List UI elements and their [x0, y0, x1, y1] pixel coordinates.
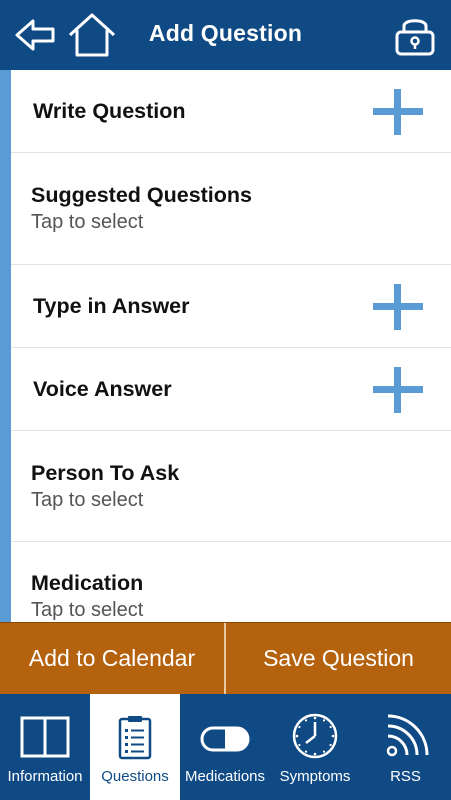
- row-medication[interactable]: Medication Tap to select: [11, 542, 451, 622]
- tab-bar: Information Questions Medications Sympto…: [0, 694, 451, 800]
- action-bar: Add to Calendar Save Question: [0, 622, 451, 694]
- row-subtitle: Tap to select: [31, 599, 144, 621]
- row-subtitle: Tap to select: [31, 489, 144, 511]
- row-write-question[interactable]: Write Question: [11, 70, 451, 153]
- list-accent-bar: [0, 70, 11, 622]
- save-question-button[interactable]: Save Question: [226, 622, 451, 694]
- row-title: Medication: [31, 571, 144, 595]
- row-type-in-answer[interactable]: Type in Answer: [11, 265, 451, 348]
- row-title: Voice Answer: [33, 377, 172, 401]
- row-title: Person To Ask: [31, 461, 180, 485]
- row-suggested-questions[interactable]: Suggested Questions Tap to select: [11, 153, 451, 265]
- tab-label: RSS: [390, 768, 421, 785]
- row-title: Write Question: [33, 99, 186, 123]
- clock-icon: [291, 694, 339, 760]
- tab-label: Medications: [184, 768, 266, 785]
- add-to-calendar-button[interactable]: Add to Calendar: [0, 622, 224, 694]
- question-form-list: Write Question Suggested Questions Tap t…: [0, 70, 451, 622]
- action-bar-top-border: [0, 622, 451, 623]
- page-title: Add Question: [148, 20, 303, 46]
- row-subtitle: Tap to select: [31, 211, 144, 233]
- clipboard-icon: [117, 694, 153, 760]
- lock-icon[interactable]: [388, 0, 442, 70]
- rss-icon: [383, 694, 429, 760]
- pill-icon: [199, 694, 251, 760]
- plus-icon[interactable]: [373, 284, 423, 330]
- book-icon: [19, 694, 71, 760]
- row-voice-answer[interactable]: Voice Answer: [11, 348, 451, 431]
- tab-information[interactable]: Information: [0, 694, 90, 800]
- top-bar: Add Question: [0, 0, 451, 70]
- plus-icon[interactable]: [373, 367, 423, 413]
- tab-questions[interactable]: Questions: [90, 694, 180, 800]
- tab-label: Questions: [101, 768, 169, 785]
- tab-label: Information: [7, 768, 83, 785]
- row-title: Suggested Questions: [31, 183, 253, 207]
- tab-rss[interactable]: RSS: [360, 694, 451, 800]
- tab-symptoms[interactable]: Symptoms: [270, 694, 360, 800]
- row-title: Type in Answer: [33, 294, 190, 318]
- row-person-to-ask[interactable]: Person To Ask Tap to select: [11, 431, 451, 542]
- tab-medications[interactable]: Medications: [180, 694, 270, 800]
- plus-icon[interactable]: [373, 89, 423, 135]
- tab-label: Symptoms: [279, 768, 351, 785]
